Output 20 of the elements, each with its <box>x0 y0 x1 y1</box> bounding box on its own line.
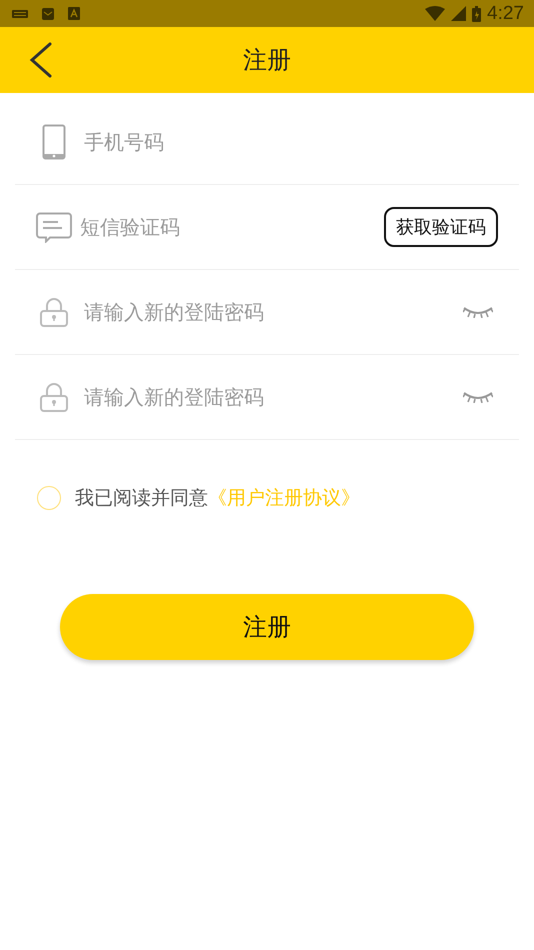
battery-icon <box>472 6 482 22</box>
input-field[interactable]: 短信验证码 <box>80 210 372 244</box>
eye-closed-icon[interactable] <box>463 391 493 403</box>
input-field[interactable]: 请输入新的登陆密码 <box>84 295 451 329</box>
mail-icon <box>42 8 54 20</box>
agreement-checkbox[interactable] <box>37 486 61 510</box>
keyboard-icon <box>12 10 28 18</box>
signal-icon <box>451 6 466 21</box>
font-icon <box>68 7 80 20</box>
status-time: 4:27 <box>487 2 524 24</box>
input-field[interactable]: 手机号码 <box>84 125 498 159</box>
get-code-button[interactable]: 获取验证码 <box>384 207 498 247</box>
header-title: 注册 <box>243 45 291 76</box>
message-icon <box>36 212 72 242</box>
input-field[interactable]: 请输入新的登陆密码 <box>84 380 451 414</box>
eye-closed-icon[interactable] <box>463 306 493 318</box>
agreement-text: 我已阅读并同意 <box>75 486 208 511</box>
register-button[interactable]: 注册 <box>60 594 474 660</box>
back-icon[interactable] <box>28 42 54 78</box>
wifi-icon <box>425 6 446 21</box>
